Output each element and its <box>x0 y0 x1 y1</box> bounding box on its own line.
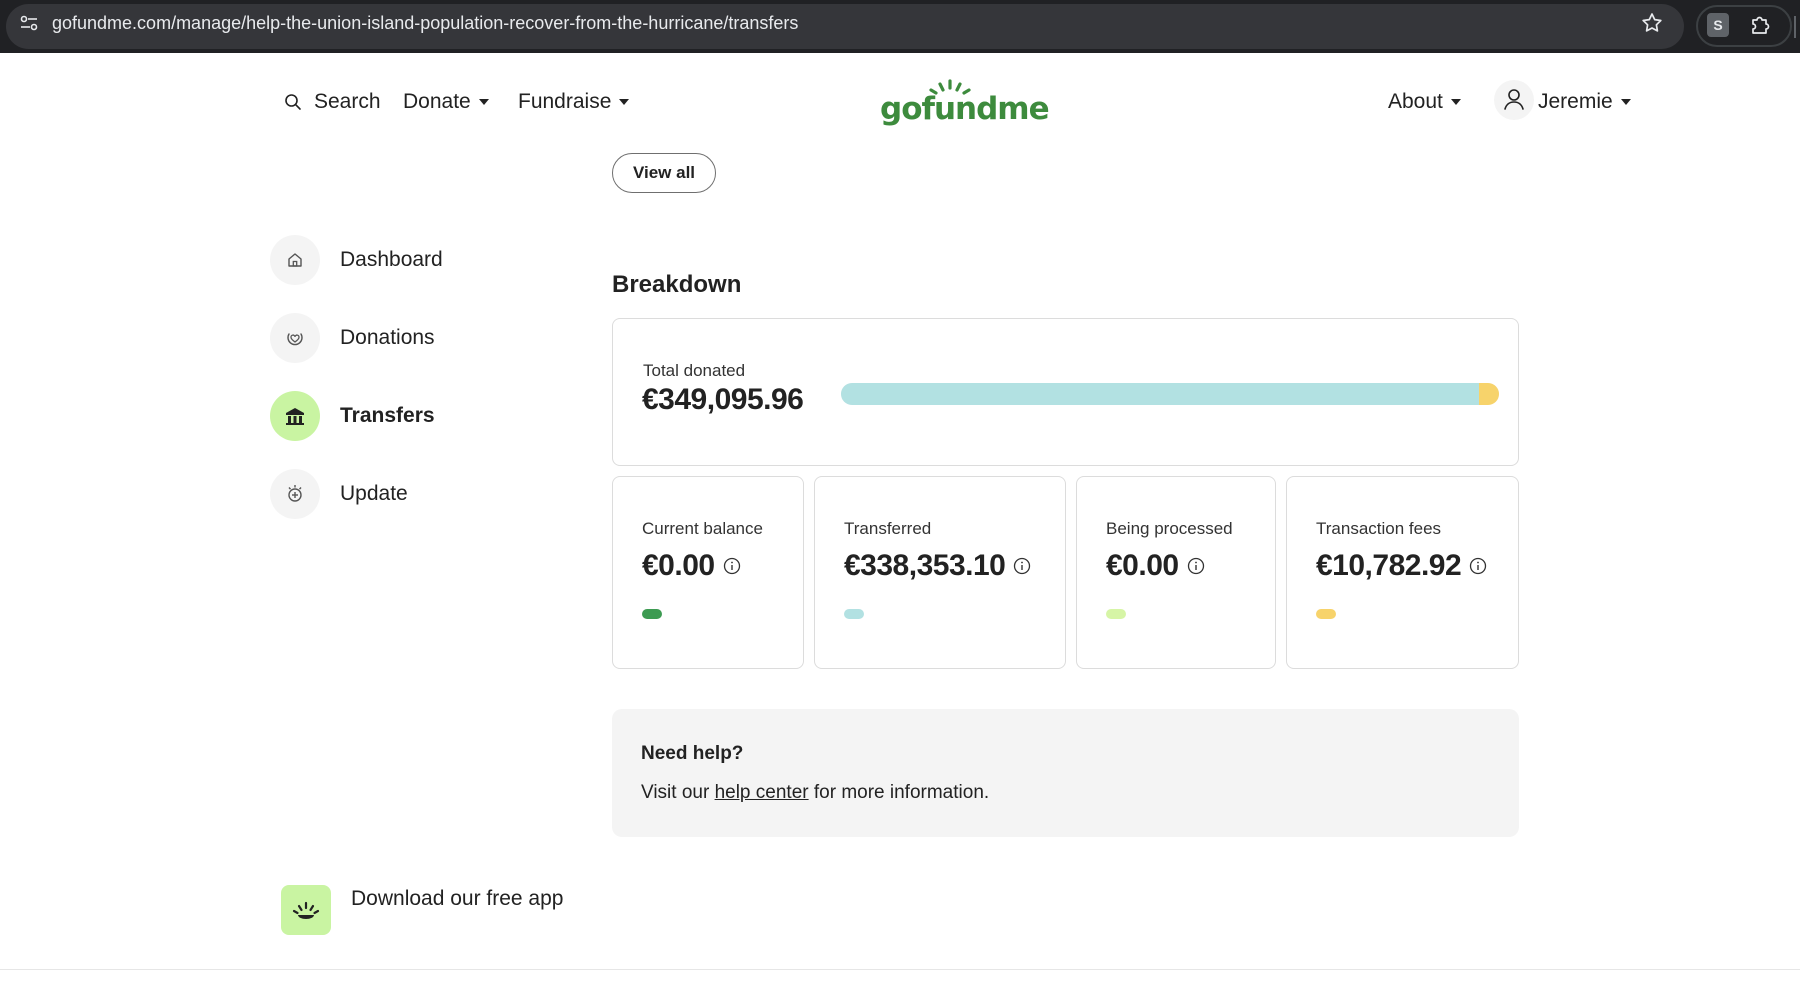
need-help-box: Need help? Visit our help center for mor… <box>612 709 1519 837</box>
caret-down-icon <box>478 99 489 105</box>
help-center-link[interactable]: help center <box>715 782 809 803</box>
home-icon <box>288 253 302 267</box>
sidebar-item-label: Transfers <box>340 404 435 427</box>
total-donated-label: Total donated <box>643 361 746 380</box>
view-all-button[interactable]: View all <box>612 153 716 193</box>
info-icon[interactable] <box>723 557 741 575</box>
info-icon[interactable] <box>1187 557 1205 575</box>
info-icon[interactable] <box>1469 557 1487 575</box>
nav-fundraise[interactable]: Fundraise <box>518 89 630 115</box>
stat-card-current-balance: Current balance €0.00 <box>612 476 804 669</box>
gofundme-logo[interactable]: gofundme <box>880 79 1050 131</box>
bar-segment-fees <box>1478 383 1499 405</box>
help-text-after: for more information. <box>808 782 990 803</box>
stat-card-transferred: Transferred €338,353.10 <box>814 476 1066 669</box>
sidebar-icon-wrap <box>270 391 320 441</box>
total-donated-card: Total donated €349,095.96 <box>612 318 1519 466</box>
bar-segment-transferred <box>841 383 1479 405</box>
stat-color-chip <box>642 609 662 619</box>
user-avatar[interactable] <box>1494 80 1534 120</box>
gofundme-sun-icon <box>292 901 320 919</box>
stat-label: Current balance <box>642 519 763 538</box>
stat-value: €0.00 <box>1106 549 1179 582</box>
stat-card-being-processed: Being processed €0.00 <box>1076 476 1276 669</box>
stat-color-chip <box>1316 609 1336 619</box>
nav-about-label: About <box>1388 90 1443 113</box>
stat-label: Transferred <box>844 519 932 538</box>
help-text: Visit our help center for more informati… <box>641 782 989 804</box>
user-icon <box>1504 89 1524 110</box>
site-header: Search Donate Fundraise gofundme About J… <box>0 53 1800 149</box>
help-title: Need help? <box>641 743 744 764</box>
nav-fundraise-label: Fundraise <box>518 90 612 113</box>
url-text[interactable]: gofundme.com/manage/help-the-union-islan… <box>52 12 798 34</box>
nav-search[interactable]: Search <box>284 89 381 115</box>
donation-heart-icon <box>287 333 303 346</box>
stat-value: €338,353.10 <box>844 549 1006 582</box>
logo-text: gofundme <box>880 91 1050 127</box>
sidebar-item-donations[interactable]: Donations <box>270 312 670 364</box>
breakdown-heading: Breakdown <box>612 271 742 298</box>
sidebar-item-transfers[interactable]: Transfers <box>270 390 670 442</box>
extensions-puzzle-icon[interactable] <box>1748 12 1774 38</box>
help-text-before: Visit our <box>641 782 715 803</box>
stat-value-row: €0.00 <box>1106 549 1205 583</box>
site-info-icon[interactable] <box>18 12 40 34</box>
bookmark-star-icon[interactable] <box>1640 11 1664 35</box>
sidebar-item-update[interactable]: Update <box>270 468 670 520</box>
update-add-icon <box>288 485 302 502</box>
app-download-icon[interactable] <box>281 885 331 935</box>
info-icon[interactable] <box>1013 557 1031 575</box>
extension-s-icon[interactable]: S <box>1707 13 1729 37</box>
caret-down-icon <box>619 99 630 105</box>
nav-about[interactable]: About <box>1388 89 1461 115</box>
stat-color-chip <box>1106 609 1126 619</box>
nav-user-label: Jeremie <box>1538 90 1613 113</box>
breakdown-progress-bar <box>841 383 1499 405</box>
caret-down-icon <box>1450 99 1461 105</box>
browser-toolbar: gofundme.com/manage/help-the-union-islan… <box>0 0 1800 53</box>
app-download-link[interactable]: Download our free app <box>351 886 571 911</box>
stat-label: Being processed <box>1106 519 1233 538</box>
sidebar-item-dashboard[interactable]: Dashboard <box>270 234 670 286</box>
total-donated-value: €349,095.96 <box>642 383 804 416</box>
sidebar-icon-wrap <box>270 313 320 363</box>
sidebar-item-label: Dashboard <box>340 248 443 271</box>
sidebar-item-label: Donations <box>340 326 435 349</box>
toolbar-divider <box>1794 16 1796 38</box>
nav-donate-label: Donate <box>403 90 471 113</box>
bank-icon <box>286 408 304 425</box>
stat-card-transaction-fees: Transaction fees €10,782.92 <box>1286 476 1519 669</box>
sidebar-item-label: Update <box>340 482 408 505</box>
caret-down-icon <box>1620 99 1631 105</box>
nav-user-menu[interactable]: Jeremie <box>1538 89 1631 115</box>
stat-color-chip <box>844 609 864 619</box>
nav-search-label: Search <box>314 90 381 113</box>
sidebar-icon-wrap <box>270 469 320 519</box>
stat-value: €10,782.92 <box>1316 549 1462 582</box>
footer-divider <box>0 969 1800 970</box>
stat-value-row: €0.00 <box>642 549 741 583</box>
nav-donate[interactable]: Donate <box>403 89 489 115</box>
stat-value-row: €10,782.92 <box>1316 549 1487 583</box>
search-icon <box>285 94 301 110</box>
stat-value: €0.00 <box>642 549 715 582</box>
stat-label: Transaction fees <box>1316 519 1442 538</box>
sidebar-icon-wrap <box>270 235 320 285</box>
stat-value-row: €338,353.10 <box>844 549 1031 583</box>
